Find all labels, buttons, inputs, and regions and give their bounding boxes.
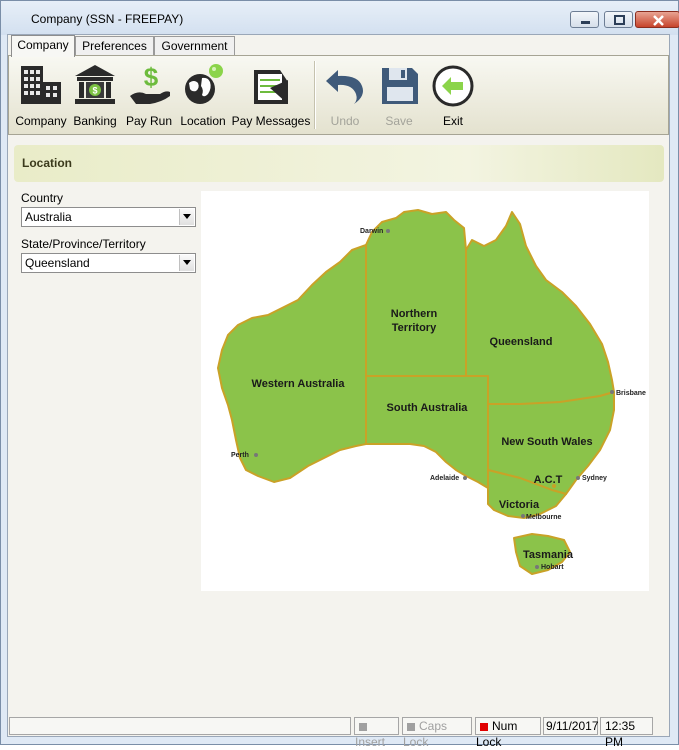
close-button[interactable] xyxy=(635,11,679,28)
city-adelaide: Adelaide xyxy=(430,475,459,482)
sydney-dot xyxy=(576,476,580,480)
label-victoria: Victoria xyxy=(499,499,540,511)
country-label: Country xyxy=(21,191,64,205)
undo-icon xyxy=(326,70,363,104)
close-icon xyxy=(653,15,664,26)
globe-icon xyxy=(185,64,223,104)
pay-messages-icon xyxy=(254,70,288,104)
adelaide-dot xyxy=(463,476,467,480)
title-bar: Company (SSN - FREEPAY) xyxy=(1,1,679,35)
status-time: 12:35 PM xyxy=(600,717,653,749)
state-label: State/Province/Territory xyxy=(21,237,146,251)
label-tasmania: Tasmania xyxy=(523,549,574,561)
insert-indicator: Insert xyxy=(354,717,399,749)
company-label: Company xyxy=(15,114,67,128)
tab-government[interactable]: Government xyxy=(154,36,235,56)
label-south-australia: South Australia xyxy=(387,402,469,414)
window-title: Company (SSN - FREEPAY) xyxy=(31,12,184,26)
insert-label: Insert xyxy=(355,735,386,749)
undo-button[interactable]: Undo xyxy=(320,58,370,132)
undo-label: Undo xyxy=(330,114,360,128)
toolbar-separator xyxy=(314,61,316,129)
brisbane-dot xyxy=(610,390,614,394)
city-melbourne: Melbourne xyxy=(526,514,561,521)
minimize-icon xyxy=(581,21,590,24)
save-label: Save xyxy=(385,114,413,128)
darwin-dot xyxy=(386,229,390,233)
city-sydney: Sydney xyxy=(582,475,607,482)
melbourne-dot xyxy=(521,514,525,518)
location-label: Location xyxy=(180,114,226,128)
city-darwin: Darwin xyxy=(360,228,383,235)
status-bar: Insert Caps Lock Num Lock 9/11/2017 12:3… xyxy=(8,717,669,749)
save-button[interactable]: Save xyxy=(374,58,424,132)
numlock-indicator-light xyxy=(480,722,488,731)
status-message-panel xyxy=(9,717,351,735)
exit-label: Exit xyxy=(442,114,463,128)
chevron-down-icon xyxy=(183,214,191,219)
status-date: 9/11/2017 xyxy=(543,717,599,735)
banking-button[interactable]: $ Banking xyxy=(69,58,121,132)
svg-text:$: $ xyxy=(144,62,159,92)
label-northern-territory-1: Northern xyxy=(391,308,438,320)
exit-button[interactable]: Exit xyxy=(428,58,478,132)
label-western-australia: Western Australia xyxy=(252,378,346,390)
capslock-indicator: Caps Lock xyxy=(402,717,472,749)
hobart-dot xyxy=(535,565,539,569)
section-header: Location xyxy=(14,145,664,182)
section-title: Location xyxy=(22,156,72,170)
label-new-south-wales: New South Wales xyxy=(501,436,592,448)
pay-run-button[interactable]: $ Pay Run xyxy=(123,58,175,132)
pay-messages-button[interactable]: Pay Messages xyxy=(231,58,311,132)
svg-text:$: $ xyxy=(92,86,97,96)
insert-indicator-light xyxy=(359,722,367,731)
numlock-indicator: Num Lock xyxy=(475,717,541,749)
chevron-down-icon xyxy=(183,260,191,265)
country-dropdown[interactable]: Australia xyxy=(21,207,196,227)
label-northern-territory-2: Territory xyxy=(392,322,437,334)
banking-label: Banking xyxy=(73,114,117,128)
toolbar-ribbon: Company $ Banking $ Pay Run Location Pay… xyxy=(8,55,669,135)
region-south-australia[interactable] xyxy=(365,375,489,489)
company-button[interactable]: Company xyxy=(11,58,71,132)
capslock-indicator-light xyxy=(407,722,415,731)
building-icon xyxy=(21,66,61,104)
label-act: A.C.T xyxy=(534,474,563,486)
pay-run-label: Pay Run xyxy=(125,114,173,128)
city-perth: Perth xyxy=(231,452,249,459)
country-dropdown-arrow[interactable] xyxy=(179,209,194,225)
state-value: Queensland xyxy=(25,256,90,270)
pay-run-icon: $ xyxy=(130,62,170,104)
exit-icon xyxy=(432,65,474,107)
perth-dot xyxy=(254,453,258,457)
restore-button[interactable] xyxy=(604,11,633,28)
map-panel: Western Australia Northern Territory Que… xyxy=(201,191,649,591)
australia-map: Western Australia Northern Territory Que… xyxy=(217,209,646,575)
restore-icon xyxy=(614,15,625,25)
region-western-australia[interactable] xyxy=(217,244,367,483)
tab-company[interactable]: Company xyxy=(11,35,75,57)
pay-messages-label: Pay Messages xyxy=(231,114,311,128)
label-queensland: Queensland xyxy=(490,336,553,348)
tab-preferences[interactable]: Preferences xyxy=(75,36,154,56)
save-icon xyxy=(382,68,418,104)
minimize-button[interactable] xyxy=(570,11,599,28)
city-hobart: Hobart xyxy=(541,564,564,571)
bank-icon: $ xyxy=(75,65,115,104)
country-value: Australia xyxy=(25,210,72,224)
city-brisbane: Brisbane xyxy=(616,390,646,397)
state-dropdown[interactable]: Queensland xyxy=(21,253,196,273)
state-dropdown-arrow[interactable] xyxy=(179,255,194,271)
location-button[interactable]: Location xyxy=(177,58,229,132)
